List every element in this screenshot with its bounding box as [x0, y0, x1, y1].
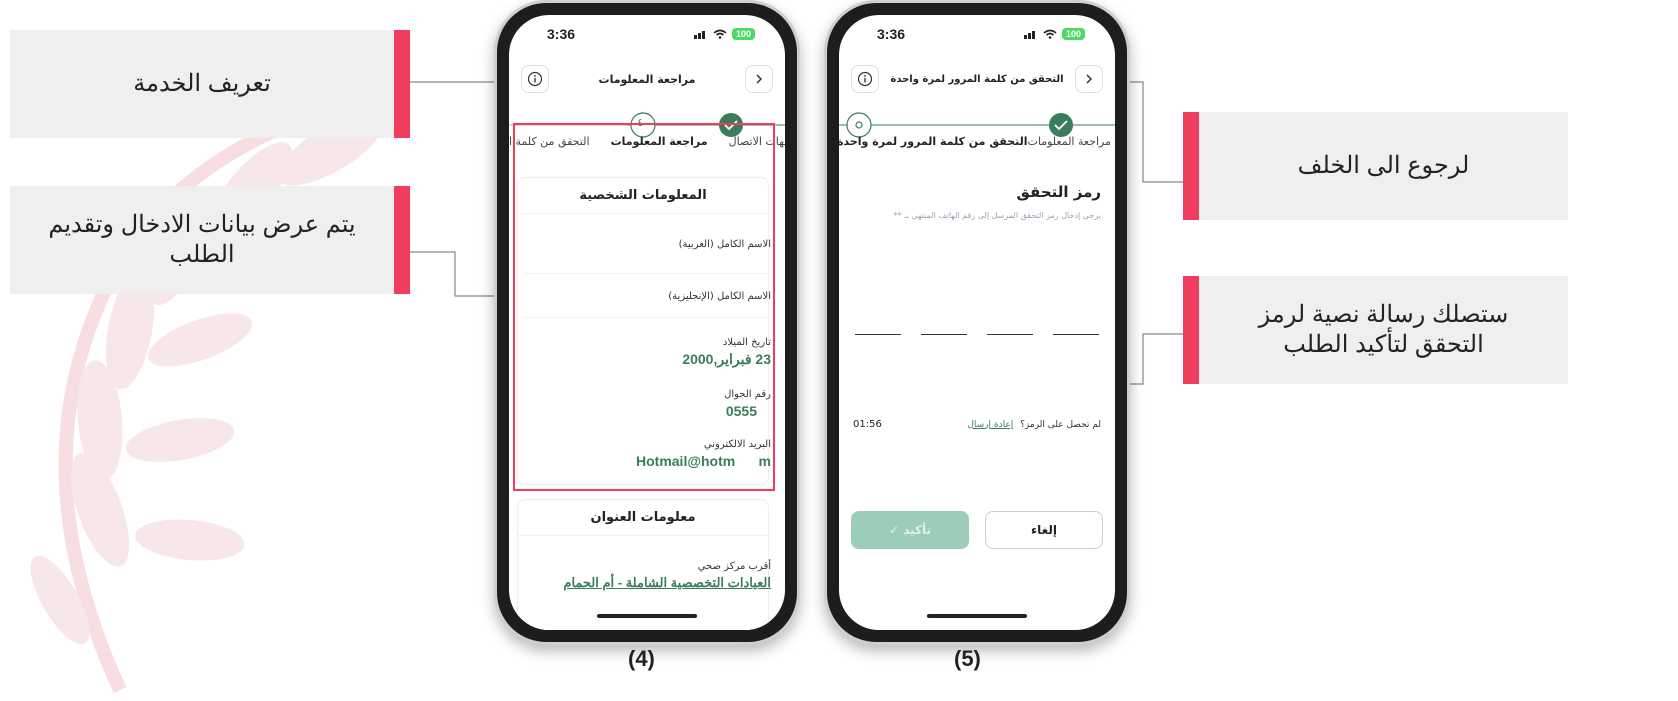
otp-digit-input[interactable] — [855, 315, 901, 335]
address-info-heading: معلومات العنوان — [518, 500, 768, 536]
field-label: أقرب مركز صحي — [697, 561, 771, 572]
callout-accent-bar — [394, 30, 410, 138]
field-value: العيادات التخصصية الشاملة - أم الحمام — [563, 575, 771, 590]
page-title: التحقق من كلمة المرور لمرة واحدة — [890, 73, 1064, 85]
status-icons: 100 — [693, 28, 755, 40]
personal-info-heading: المعلومات الشخصية — [518, 178, 768, 214]
status-icons: 100 — [1023, 28, 1085, 40]
step-label-review: مراجعة المعلومات — [1027, 135, 1111, 148]
callout-text: تعريف الخدمة — [133, 70, 271, 97]
callout-accent-bar — [394, 186, 410, 294]
field-email: البريد الالكتروني Hotmail@hotm m — [636, 439, 771, 469]
resend-row: 01:56 لم تحصل على الرمز؟ إعادة إرسال — [853, 419, 1101, 430]
phone-review-info: 3:36 100 مراجعة المعلومات ٤ جهات الاتصال… — [494, 0, 800, 645]
caption-phone-4: (4) — [628, 646, 655, 671]
callout-accent-bar — [1183, 276, 1199, 384]
resend-question: لم تحصل على الرمز؟ — [1020, 419, 1101, 430]
status-time: 3:36 — [877, 26, 906, 42]
field-divider — [523, 273, 771, 274]
info-icon — [857, 71, 873, 87]
info-button[interactable] — [851, 65, 879, 93]
callout-sms-notice: ستصلك رسالة نصية لرمز التحقق لتأكيد الطل… — [1183, 276, 1568, 384]
otp-instructions: يرجى إدخال رمز التحقق المرسل إلى رقم اله… — [893, 211, 1101, 220]
nav-bar: مراجعة المعلومات — [509, 59, 785, 99]
field-name-ar: الاسم الكامل (العربية) — [679, 239, 771, 250]
caption-phone-5: (5) — [954, 646, 981, 671]
callout-service-definition: تعريف الخدمة — [10, 30, 410, 138]
step-labels: مراجعة المعلومات التحقق من كلمة المرور ل… — [839, 135, 1115, 148]
chevron-right-icon — [1086, 74, 1093, 84]
battery-icon: 100 — [1061, 28, 1085, 40]
info-icon — [527, 71, 543, 87]
chevron-right-icon — [756, 74, 763, 84]
confirm-button[interactable]: تأكيد ✓ — [851, 511, 969, 549]
field-label: الاسم الكامل (العربية) — [678, 239, 771, 250]
callout-accent-bar — [1183, 112, 1199, 220]
resend-link[interactable]: إعادة إرسال — [967, 420, 1013, 430]
field-divider — [523, 317, 771, 318]
field-label: رقم الجوال — [724, 389, 771, 400]
otp-digit-input[interactable] — [921, 315, 967, 335]
field-name-en: الاسم الكامل (الإنجليزية) — [668, 291, 771, 302]
field-health-center: أقرب مركز صحي العيادات التخصصية الشاملة … — [563, 561, 771, 591]
nav-bar: التحقق من كلمة المرور لمرة واحدة — [839, 59, 1115, 99]
wifi-icon — [713, 29, 727, 39]
field-label: البريد الالكتروني — [703, 439, 771, 450]
action-buttons: تأكيد ✓ إلغاء — [851, 511, 1103, 549]
battery-icon: 100 — [731, 28, 755, 40]
phone-screen: 3:36 100 التحقق من كلمة المرور لمرة واحد… — [839, 15, 1115, 630]
callout-go-back: لرجوع الى الخلف — [1183, 112, 1568, 220]
back-button[interactable] — [1075, 65, 1103, 93]
field-label: الاسم الكامل (الإنجليزية) — [668, 291, 771, 302]
home-indicator — [597, 614, 697, 618]
status-bar: 3:36 100 — [509, 15, 785, 53]
signal-icon — [1023, 31, 1035, 39]
info-button[interactable] — [521, 65, 549, 93]
status-bar: 3:36 100 — [839, 15, 1115, 53]
field-mobile: رقم الجوال 0555 — [724, 389, 771, 419]
callout-text: لرجوع الى الخلف — [1297, 152, 1470, 179]
signal-icon — [693, 31, 705, 39]
otp-digit-input[interactable] — [987, 315, 1033, 335]
back-button[interactable] — [745, 65, 773, 93]
step-label-otp: التحقق من كلمة المرور لمرة واحدة — [839, 135, 1028, 148]
field-value: Hotmail@hotm m — [636, 453, 771, 469]
status-time: 3:36 — [547, 26, 576, 42]
resend-prompt: لم تحصل على الرمز؟ إعادة إرسال — [967, 420, 1101, 430]
resend-timer: 01:56 — [853, 419, 882, 430]
otp-heading: رمز التحقق — [1016, 183, 1102, 201]
field-value: 23 فبراير,2000 — [682, 351, 771, 367]
otp-digit-input[interactable] — [1053, 315, 1099, 335]
home-indicator — [927, 614, 1027, 618]
field-dob: تاريخ الميلاد 23 فبراير,2000 — [682, 337, 771, 368]
callout-text: ستصلك رسالة نصية لرمز التحقق لتأكيد الطل… — [1258, 301, 1509, 358]
cancel-button[interactable]: إلغاء — [985, 511, 1103, 549]
phone-otp-verification: 3:36 100 التحقق من كلمة المرور لمرة واحد… — [824, 0, 1130, 645]
callout-display-data: يتم عرض بيانات الادخال وتقديم الطلب — [10, 186, 410, 294]
page-title: مراجعة المعلومات — [598, 72, 696, 86]
wifi-icon — [1043, 29, 1057, 39]
callout-text: يتم عرض بيانات الادخال وتقديم الطلب — [48, 211, 356, 268]
otp-input-group — [855, 315, 1099, 335]
field-value: 0555 — [725, 403, 757, 419]
field-label: تاريخ الميلاد — [722, 337, 771, 348]
phone-screen: 3:36 100 مراجعة المعلومات ٤ جهات الاتصال… — [509, 15, 785, 630]
